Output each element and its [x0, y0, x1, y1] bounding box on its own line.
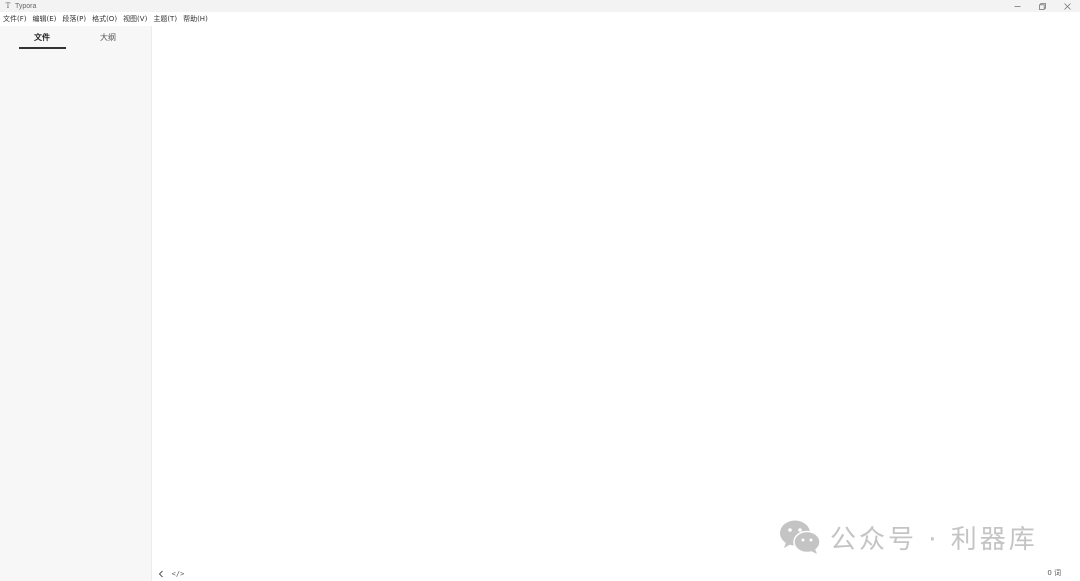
typora-window: T Typora 文件(F) 编辑(E) 段落(P) 格式(O) 视图(V) 主… [0, 0, 1080, 581]
close-icon [1064, 2, 1071, 10]
source-code-mode-button[interactable]: </> [170, 567, 186, 581]
editor-area[interactable] [152, 26, 1080, 566]
chevron-left-icon [158, 570, 163, 577]
close-button[interactable] [1055, 0, 1080, 12]
toggle-sidebar-button[interactable] [153, 567, 169, 581]
menu-theme[interactable]: 主题(T) [150, 14, 180, 24]
menu-edit[interactable]: 编辑(E) [30, 14, 60, 24]
tab-outline[interactable]: 大纲 [75, 26, 141, 50]
watermark-text: 公众号 · 利器库 [830, 524, 1038, 555]
file-tree[interactable] [0, 50, 151, 581]
word-count[interactable]: 0 词 [1047, 566, 1061, 581]
sidebar-tabs: 文件 大纲 [0, 26, 151, 50]
active-tab-indicator [19, 47, 66, 49]
minimize-button[interactable] [1005, 0, 1030, 12]
status-bar: </> 0 词 [152, 566, 1080, 581]
menu-bar: 文件(F) 编辑(E) 段落(P) 格式(O) 视图(V) 主题(T) 帮助(H… [0, 12, 211, 26]
menu-help[interactable]: 帮助(H) [180, 14, 211, 24]
menu-view[interactable]: 视图(V) [120, 14, 150, 24]
menu-paragraph[interactable]: 段落(P) [59, 14, 89, 24]
sidebar: 文件 大纲 [0, 26, 152, 581]
typora-app-icon: T [5, 2, 11, 10]
restore-button[interactable] [1030, 0, 1055, 12]
menu-format[interactable]: 格式(O) [89, 14, 120, 24]
window-controls [1005, 0, 1080, 12]
menu-file[interactable]: 文件(F) [0, 14, 30, 24]
restore-icon [1039, 2, 1046, 10]
watermark: 公众号 · 利器库 [778, 518, 1038, 556]
wechat-icon [780, 520, 821, 554]
title-bar: T Typora [0, 0, 1080, 12]
minimize-icon [1014, 5, 1021, 7]
window-title: Typora [15, 2, 37, 10]
